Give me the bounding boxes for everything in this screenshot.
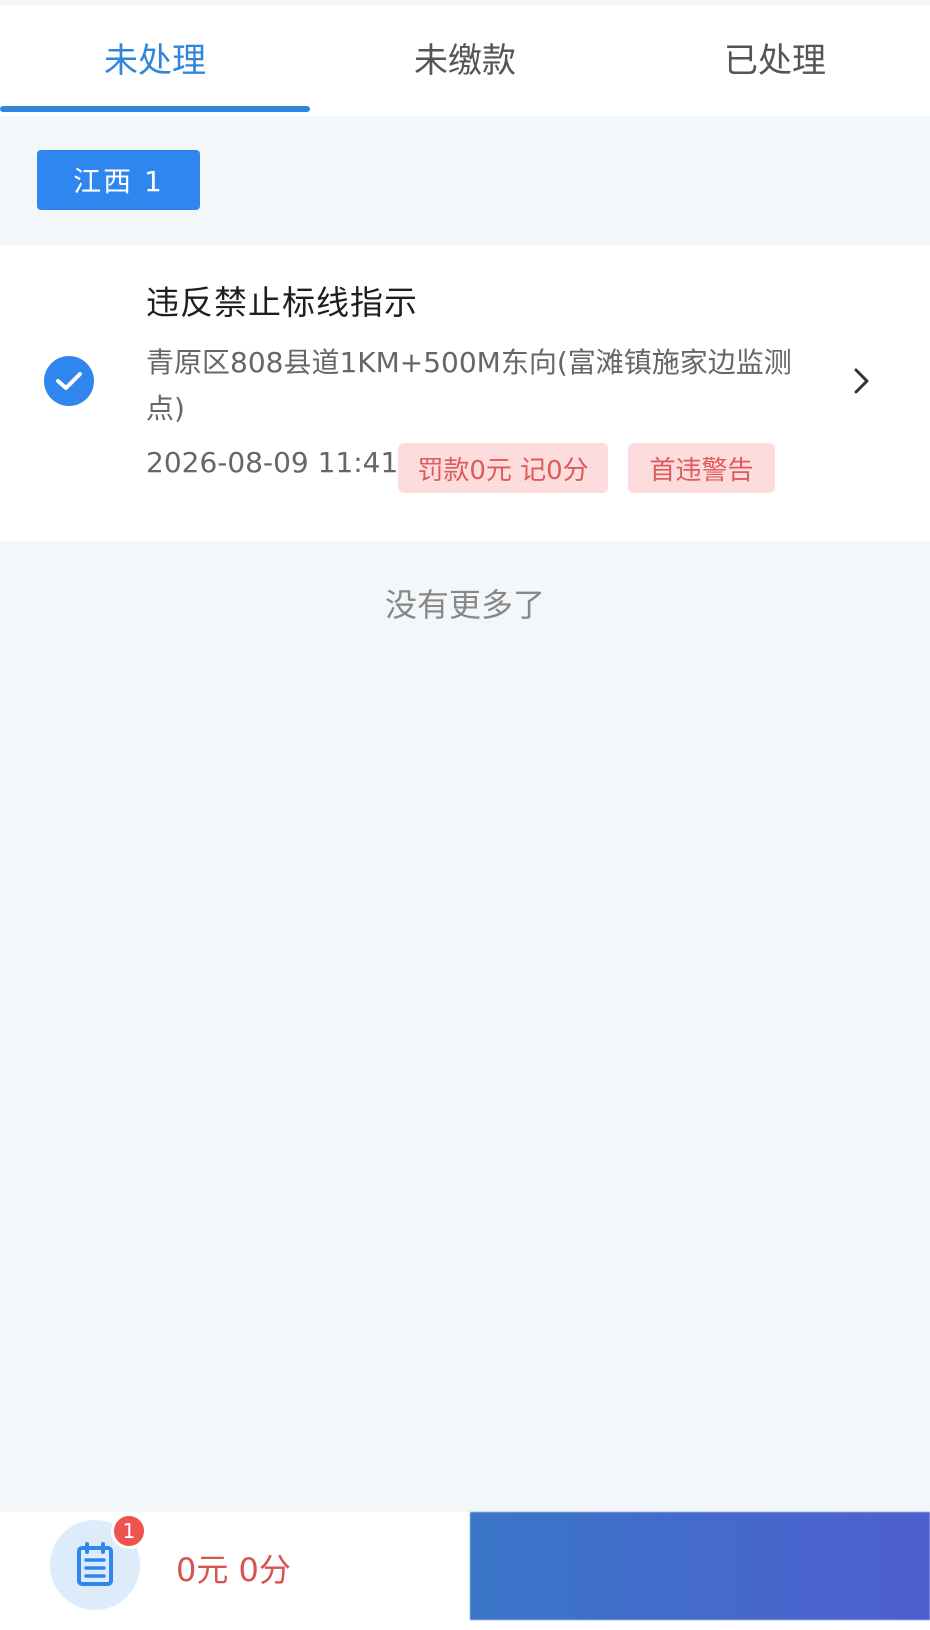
violation-time: 2026-08-09 11:41 [146,446,399,479]
tab-bar: 未处理 未缴款 已处理 [0,0,930,116]
plate-filter-bar: 江西 1 [0,116,930,244]
tab-processed[interactable]: 已处理 [620,6,930,116]
tab-unpaid-label: 未缴款 [414,40,516,81]
tab-processed-label: 已处理 [724,40,826,81]
violation-address: 青原区808县道1KM+500M东向(富滩镇施家边监测点) [146,346,792,425]
first-violation-warning-tag: 首违警告 [628,443,775,493]
check-circle-icon[interactable] [44,356,94,406]
plate-chip[interactable]: 江西 1 [37,150,200,210]
tab-unpaid[interactable]: 未缴款 [310,6,620,116]
process-action-button[interactable] [470,1512,930,1620]
tab-active-indicator [0,106,310,112]
tab-unprocessed[interactable]: 未处理 [0,6,310,116]
total-fine-points: 0元 0分 [176,1551,291,1589]
tab-unprocessed-label: 未处理 [104,40,206,81]
selected-count-badge: 1 [111,1513,147,1549]
list-end-text: 没有更多了 [384,586,545,624]
fine-tag: 罚款0元 记0分 [398,443,608,493]
violation-title: 违反禁止标线指示 [146,283,418,322]
chevron-right-icon[interactable] [848,366,874,396]
